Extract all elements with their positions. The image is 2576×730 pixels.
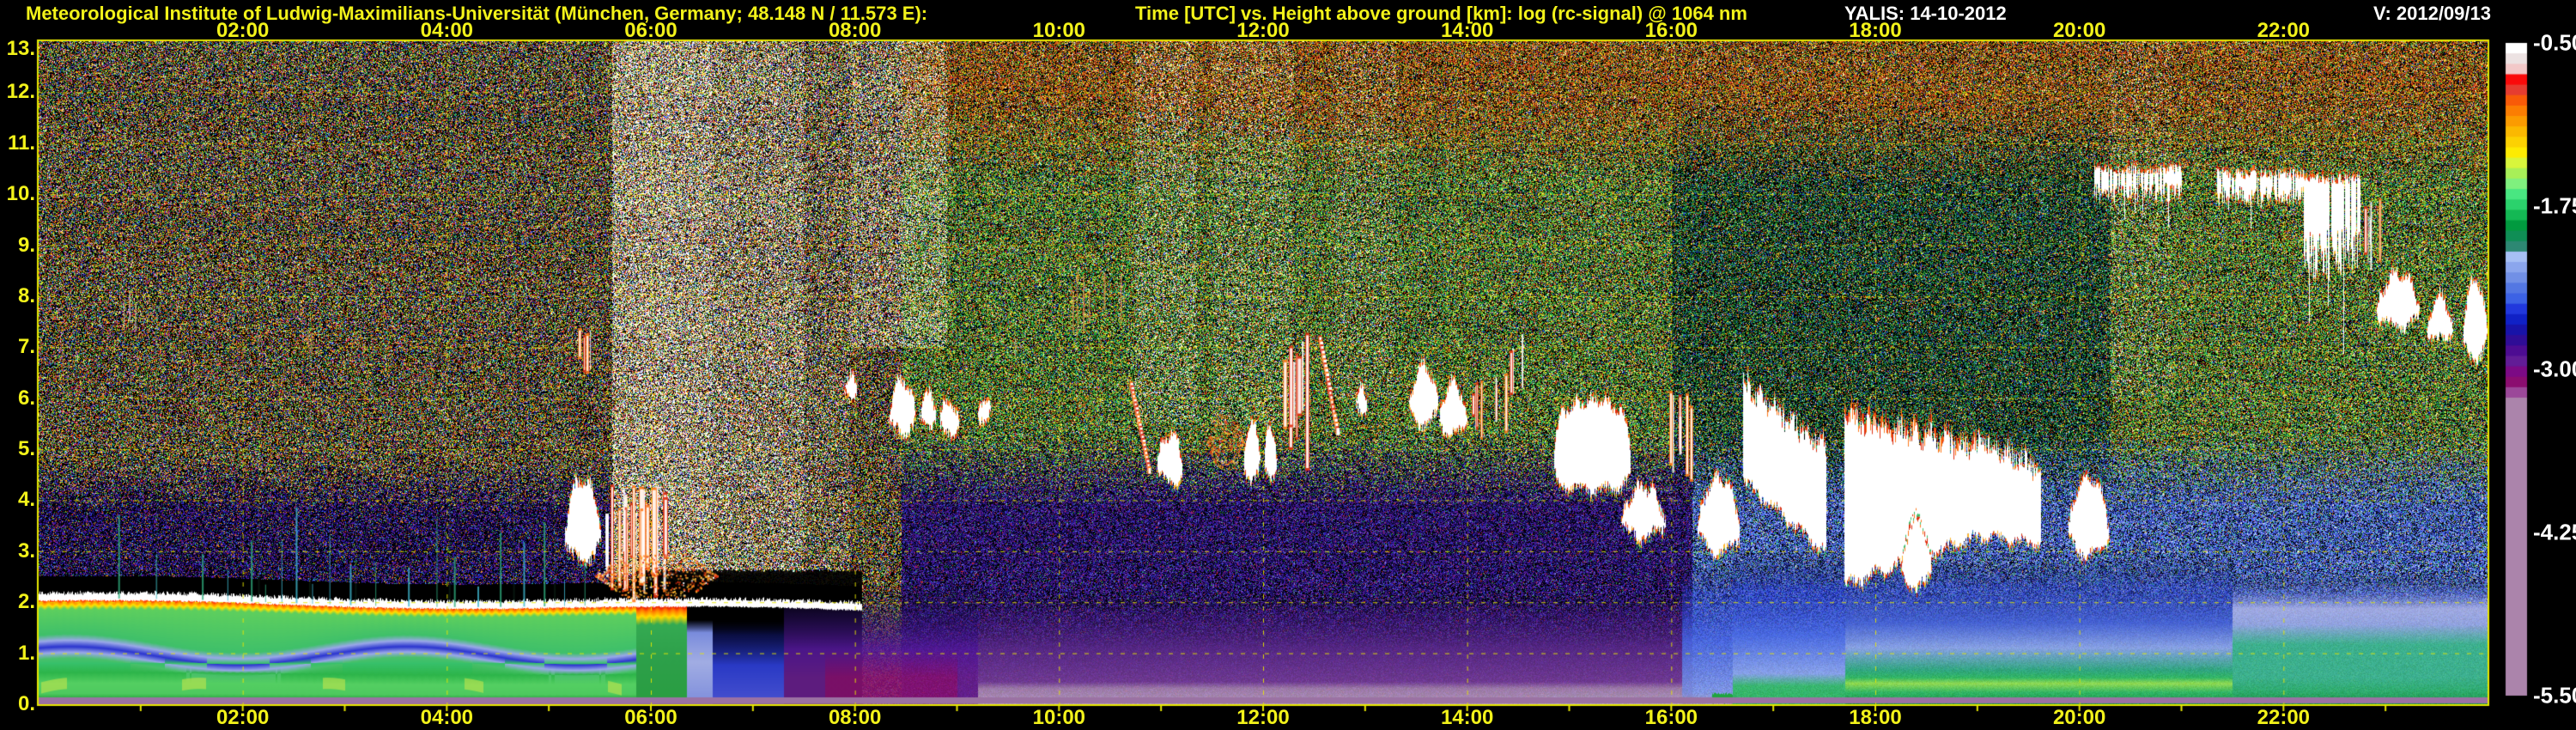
institute-title: Meteorological Institute of Ludwig-Maxim…: [26, 3, 928, 24]
colorbar-tick-label: -4.25: [2533, 519, 2576, 545]
y-tick-label: 9.: [17, 233, 35, 257]
colorbar-tick-label: -5.50: [2533, 682, 2576, 709]
x-tick-label-bottom: 20:00: [2052, 706, 2106, 729]
y-tick-label: 0.: [17, 692, 35, 715]
x-tick-label-top: 20:00: [2052, 19, 2106, 42]
y-tick-label: 3.: [17, 538, 35, 563]
x-tick-label-bottom: 12:00: [1236, 706, 1290, 729]
x-tick-label-top: 06:00: [624, 19, 677, 42]
y-tick-label: 11.: [7, 131, 35, 155]
x-tick-label-top: 10:00: [1032, 19, 1086, 42]
lidar-heatmap-canvas: [0, 0, 2576, 730]
colorbar-tick-label: -3.00: [2533, 356, 2576, 382]
y-tick-label: 12.: [6, 80, 35, 104]
x-tick-label-top: 18:00: [1849, 19, 1902, 42]
x-tick-label-top: 12:00: [1236, 19, 1290, 42]
colorbar-tick-label: -1.75: [2533, 192, 2576, 219]
x-tick-label-bottom: 04:00: [420, 706, 474, 729]
y-tick-label: 1.: [17, 641, 35, 665]
x-tick-label-top: 14:00: [1440, 19, 1494, 42]
y-tick-label: 4.: [17, 488, 35, 512]
x-tick-label-top: 22:00: [2257, 19, 2311, 42]
y-tick-label: 8.: [17, 283, 35, 307]
x-tick-label-top: 04:00: [420, 19, 474, 42]
version-label: V: 2012/09/13: [2372, 3, 2491, 24]
x-tick-label-bottom: 22:00: [2257, 706, 2311, 729]
x-tick-label-bottom: 02:00: [216, 706, 270, 729]
y-tick-label: 10.: [6, 182, 35, 206]
x-tick-label-bottom: 10:00: [1032, 706, 1086, 729]
y-tick-label: 6.: [17, 386, 35, 410]
y-tick-label: 7.: [17, 335, 35, 359]
x-tick-label-top: 02:00: [216, 19, 270, 42]
x-tick-label-top: 08:00: [828, 19, 882, 42]
lidar-quicklook-page: Meteorological Institute of Ludwig-Maxim…: [0, 0, 2576, 730]
y-tick-label: 13.: [6, 37, 35, 60]
y-tick-label: 5.: [17, 437, 35, 461]
x-tick-label-bottom: 14:00: [1440, 706, 1494, 729]
y-tick-label: 2.: [17, 590, 35, 614]
x-tick-label-bottom: 08:00: [828, 706, 882, 729]
x-tick-label-top: 16:00: [1644, 19, 1698, 42]
x-tick-label-bottom: 18:00: [1849, 706, 1902, 729]
x-tick-label-bottom: 06:00: [624, 706, 677, 729]
colorbar-tick-label: -0.50: [2533, 29, 2576, 56]
x-tick-label-bottom: 16:00: [1644, 706, 1698, 729]
